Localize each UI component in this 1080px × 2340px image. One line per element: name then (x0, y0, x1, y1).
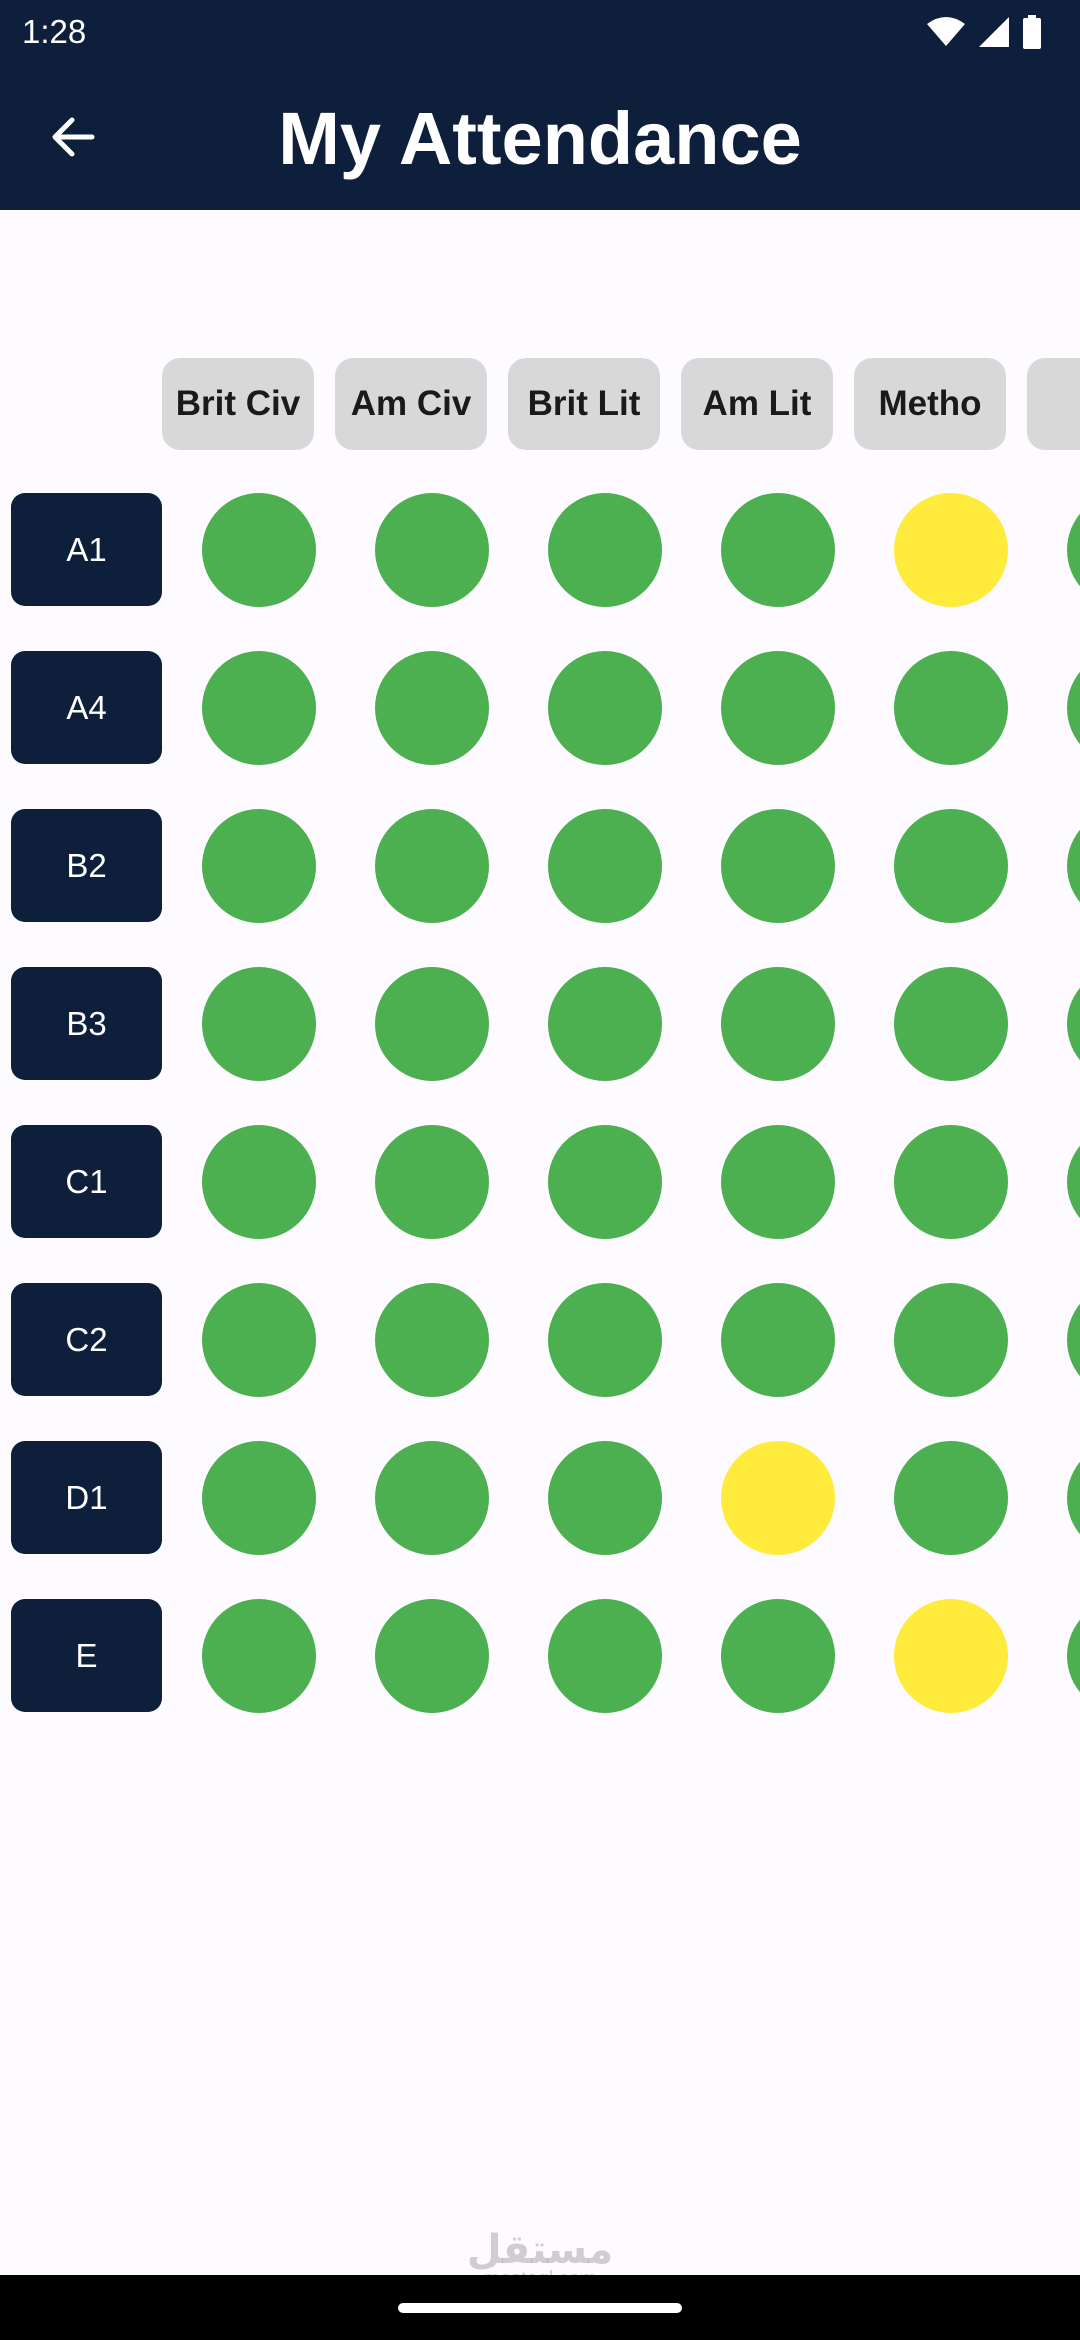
attendance-dot-present[interactable] (375, 1441, 489, 1555)
attendance-dot-present[interactable] (1067, 493, 1080, 607)
attendance-row: A1 (0, 493, 1080, 607)
attendance-row: D1 (0, 1441, 1080, 1555)
attendance-dot-present[interactable] (721, 809, 835, 923)
group-label[interactable]: A4 (11, 651, 162, 764)
subject-chip[interactable]: B (1027, 358, 1080, 450)
attendance-row: C2 (0, 1283, 1080, 1397)
group-label[interactable]: A1 (11, 493, 162, 606)
attendance-row: E (0, 1599, 1080, 1713)
subject-chip[interactable]: Am Civ (335, 358, 487, 450)
attendance-dot-present[interactable] (375, 1283, 489, 1397)
attendance-dot-present[interactable] (894, 651, 1008, 765)
attendance-dot-present[interactable] (375, 493, 489, 607)
navigation-bar (0, 2275, 1080, 2340)
attendance-dot-present[interactable] (1067, 651, 1080, 765)
attendance-dot-present[interactable] (894, 1441, 1008, 1555)
attendance-dot-present[interactable] (1067, 1283, 1080, 1397)
attendance-dot-present[interactable] (375, 651, 489, 765)
attendance-dot-present[interactable] (375, 1599, 489, 1713)
attendance-dot-present[interactable] (375, 1125, 489, 1239)
attendance-dot-present[interactable] (894, 1125, 1008, 1239)
wifi-icon (926, 16, 966, 48)
attendance-dot-present[interactable] (375, 967, 489, 1081)
battery-icon (1022, 15, 1042, 49)
attendance-dot-present[interactable] (548, 1599, 662, 1713)
attendance-dot-present[interactable] (894, 809, 1008, 923)
group-label[interactable]: C1 (11, 1125, 162, 1238)
attendance-dot-present[interactable] (548, 809, 662, 923)
attendance-row: A4 (0, 651, 1080, 765)
attendance-dot-present[interactable] (894, 1283, 1008, 1397)
attendance-dot-present[interactable] (1067, 1599, 1080, 1713)
attendance-dot-present[interactable] (1067, 967, 1080, 1081)
watermark-arabic: مستقل (466, 2228, 614, 2272)
attendance-dot-present[interactable] (1067, 1441, 1080, 1555)
attendance-dot-late[interactable] (894, 493, 1008, 607)
attendance-dot-present[interactable] (202, 809, 316, 923)
attendance-dot-present[interactable] (202, 1125, 316, 1239)
attendance-dot-present[interactable] (548, 493, 662, 607)
status-bar: 1:28 (0, 0, 1080, 66)
subject-chip[interactable]: Brit Lit (508, 358, 660, 450)
home-indicator[interactable] (398, 2303, 682, 2313)
group-label[interactable]: D1 (11, 1441, 162, 1554)
attendance-dot-present[interactable] (548, 967, 662, 1081)
group-label[interactable]: C2 (11, 1283, 162, 1396)
attendance-dot-present[interactable] (894, 967, 1008, 1081)
attendance-dot-present[interactable] (202, 651, 316, 765)
attendance-dot-late[interactable] (894, 1599, 1008, 1713)
subject-chip[interactable]: Am Lit (681, 358, 833, 450)
attendance-dot-present[interactable] (202, 1283, 316, 1397)
attendance-row: B2 (0, 809, 1080, 923)
attendance-dot-present[interactable] (548, 651, 662, 765)
group-label[interactable]: B3 (11, 967, 162, 1080)
attendance-dot-present[interactable] (202, 1441, 316, 1555)
attendance-dot-present[interactable] (721, 1599, 835, 1713)
attendance-dot-present[interactable] (1067, 1125, 1080, 1239)
attendance-dot-present[interactable] (721, 967, 835, 1081)
attendance-dot-present[interactable] (202, 493, 316, 607)
cellular-signal-icon (978, 16, 1010, 48)
status-time: 1:28 (22, 13, 87, 50)
attendance-dot-present[interactable] (721, 1283, 835, 1397)
attendance-dot-present[interactable] (548, 1125, 662, 1239)
status-icons (926, 14, 1042, 50)
attendance-row: C1 (0, 1125, 1080, 1239)
attendance-dot-present[interactable] (375, 809, 489, 923)
attendance-dot-present[interactable] (548, 1441, 662, 1555)
subject-chip[interactable]: Brit Civ (162, 358, 314, 450)
group-label[interactable]: E (11, 1599, 162, 1712)
attendance-dot-present[interactable] (202, 1599, 316, 1713)
attendance-dot-present[interactable] (721, 493, 835, 607)
page-title: My Attendance (278, 97, 802, 180)
app-bar: My Attendance (0, 66, 1080, 210)
attendance-dot-present[interactable] (548, 1283, 662, 1397)
attendance-dot-present[interactable] (721, 651, 835, 765)
subject-chip[interactable]: Metho (854, 358, 1006, 450)
attendance-dot-late[interactable] (721, 1441, 835, 1555)
group-label[interactable]: B2 (11, 809, 162, 922)
attendance-dot-present[interactable] (1067, 809, 1080, 923)
attendance-row: B3 (0, 967, 1080, 1081)
attendance-dot-present[interactable] (721, 1125, 835, 1239)
attendance-dot-present[interactable] (202, 967, 316, 1081)
attendance-grid: Brit CivAm CivBrit LitAm LitMethoB A1 A4 B… (0, 210, 1080, 2275)
